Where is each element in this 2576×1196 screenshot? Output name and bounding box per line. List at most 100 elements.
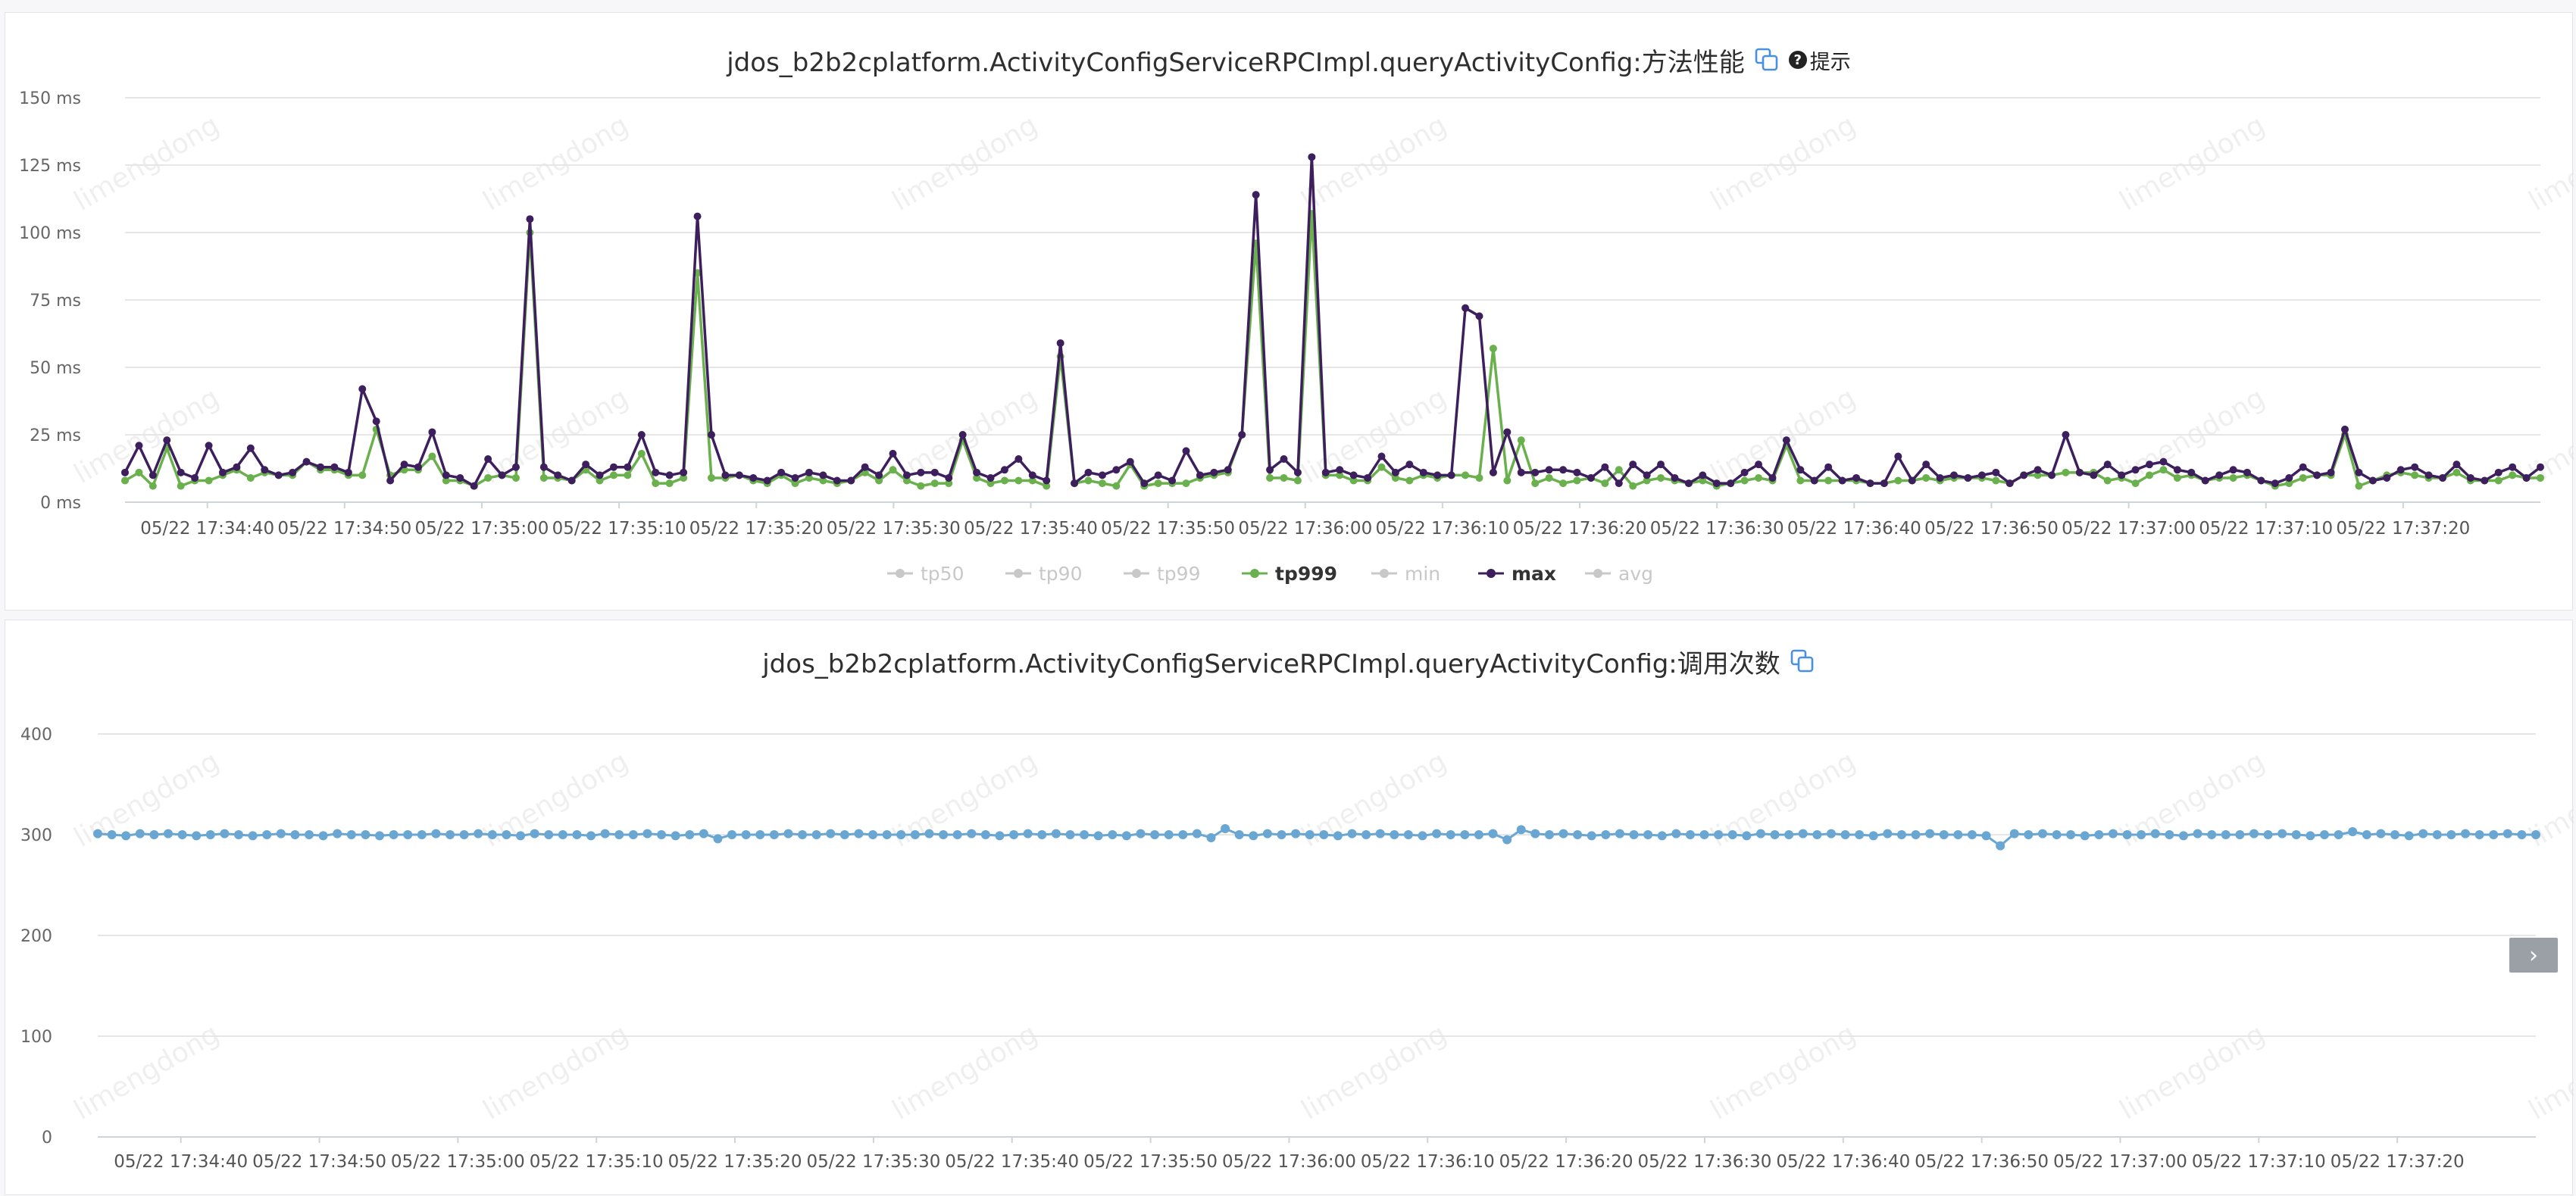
data-point xyxy=(1182,447,1190,455)
legend-label: avg xyxy=(1618,563,1653,585)
data-point xyxy=(163,436,171,445)
data-point xyxy=(2299,463,2307,471)
y-tick-label: 50 ms xyxy=(30,359,81,378)
data-point xyxy=(1221,824,1230,834)
data-point xyxy=(2037,829,2047,838)
data-point xyxy=(1714,830,1724,839)
data-point xyxy=(1192,829,1202,838)
data-point xyxy=(2052,830,2062,839)
data-point xyxy=(1084,468,1093,476)
data-point xyxy=(502,830,511,839)
data-point xyxy=(1671,473,1679,482)
data-point xyxy=(2215,471,2224,479)
data-point xyxy=(596,471,604,479)
legend-item-max: max xyxy=(1478,563,1556,585)
data-point xyxy=(2178,831,2188,841)
data-point xyxy=(274,471,283,479)
data-point xyxy=(2173,466,2181,474)
x-tick-label: 05/22 17:37:10 xyxy=(2199,519,2333,539)
data-point xyxy=(637,449,646,457)
data-point xyxy=(624,463,632,471)
data-point xyxy=(783,829,793,838)
data-point xyxy=(1377,463,1386,471)
data-point xyxy=(220,829,230,838)
x-tick-label: 05/22 17:35:30 xyxy=(827,519,961,539)
data-point xyxy=(2165,830,2174,839)
data-point xyxy=(1784,830,1794,839)
x-tick-label: 05/22 17:35:50 xyxy=(1101,519,1235,539)
y-tick-label: 75 ms xyxy=(30,292,81,311)
data-point xyxy=(1911,830,1921,839)
data-point xyxy=(917,468,925,476)
data-point xyxy=(1657,473,1665,482)
data-point xyxy=(487,830,497,839)
data-point xyxy=(2020,471,2028,479)
data-point xyxy=(2062,468,2070,476)
data-point xyxy=(609,471,617,479)
data-point xyxy=(924,829,934,838)
x-tick-label: 05/22 17:35:00 xyxy=(415,519,549,539)
data-point xyxy=(2263,830,2273,839)
data-point xyxy=(192,831,202,841)
data-point xyxy=(2173,473,2181,482)
data-point xyxy=(2131,466,2140,474)
data-point xyxy=(2243,468,2252,476)
data-point xyxy=(1462,304,1470,312)
data-point xyxy=(1587,473,1595,482)
data-point xyxy=(2313,471,2321,479)
side-expand-button[interactable]: › xyxy=(2509,938,2558,973)
data-point xyxy=(952,830,962,839)
data-point xyxy=(1685,830,1695,839)
data-point xyxy=(713,834,723,844)
data-point xyxy=(2460,829,2470,838)
watermark-text: limengdong xyxy=(1296,746,1452,854)
y-tick-label: 25 ms xyxy=(30,426,81,445)
data-point xyxy=(2103,461,2112,469)
data-point xyxy=(1894,452,1902,461)
data-point xyxy=(1558,829,1568,838)
data-point xyxy=(930,479,939,488)
data-point xyxy=(2531,830,2540,839)
legend-item-tp90: tp90 xyxy=(1005,563,1082,585)
data-point xyxy=(386,476,395,485)
data-point xyxy=(1615,479,1623,488)
data-point xyxy=(614,830,624,839)
data-point xyxy=(1014,455,1023,464)
data-point xyxy=(1657,831,1667,841)
legend-swatch-dot xyxy=(1380,569,1389,578)
data-point xyxy=(707,431,715,439)
data-point xyxy=(1503,428,1512,436)
data-point xyxy=(1755,461,1763,469)
data-point xyxy=(1291,829,1301,838)
data-point xyxy=(2229,473,2237,482)
data-point xyxy=(205,830,215,839)
data-point xyxy=(1824,476,1833,485)
x-tick-label: 05/22 17:35:40 xyxy=(964,519,1098,539)
data-point xyxy=(642,829,652,838)
x-tick-label: 05/22 17:37:00 xyxy=(2062,519,2196,539)
data-point xyxy=(2368,476,2377,485)
data-point xyxy=(1112,466,1121,474)
data-point xyxy=(1740,476,1749,485)
data-point xyxy=(205,476,213,485)
data-point xyxy=(333,829,342,838)
data-point xyxy=(1403,830,1413,839)
data-point xyxy=(1000,476,1008,485)
data-point xyxy=(205,442,213,450)
data-point xyxy=(1462,471,1470,479)
y-tick-label: 100 xyxy=(20,1028,52,1047)
legend-label: tp50 xyxy=(921,563,964,585)
data-point xyxy=(2411,463,2419,471)
data-point xyxy=(484,473,492,482)
data-point xyxy=(1474,830,1483,839)
data-point xyxy=(600,829,610,838)
legend-label: tp999 xyxy=(1275,563,1337,585)
data-point xyxy=(530,829,539,838)
legend-item-tp50: tp50 xyxy=(887,563,964,585)
data-point xyxy=(1964,473,1972,482)
data-point xyxy=(1196,471,1204,479)
data-point xyxy=(2348,827,2358,837)
data-point xyxy=(1333,831,1343,841)
data-point xyxy=(1206,832,1216,842)
x-tick-label: 05/22 17:37:20 xyxy=(2336,519,2470,539)
